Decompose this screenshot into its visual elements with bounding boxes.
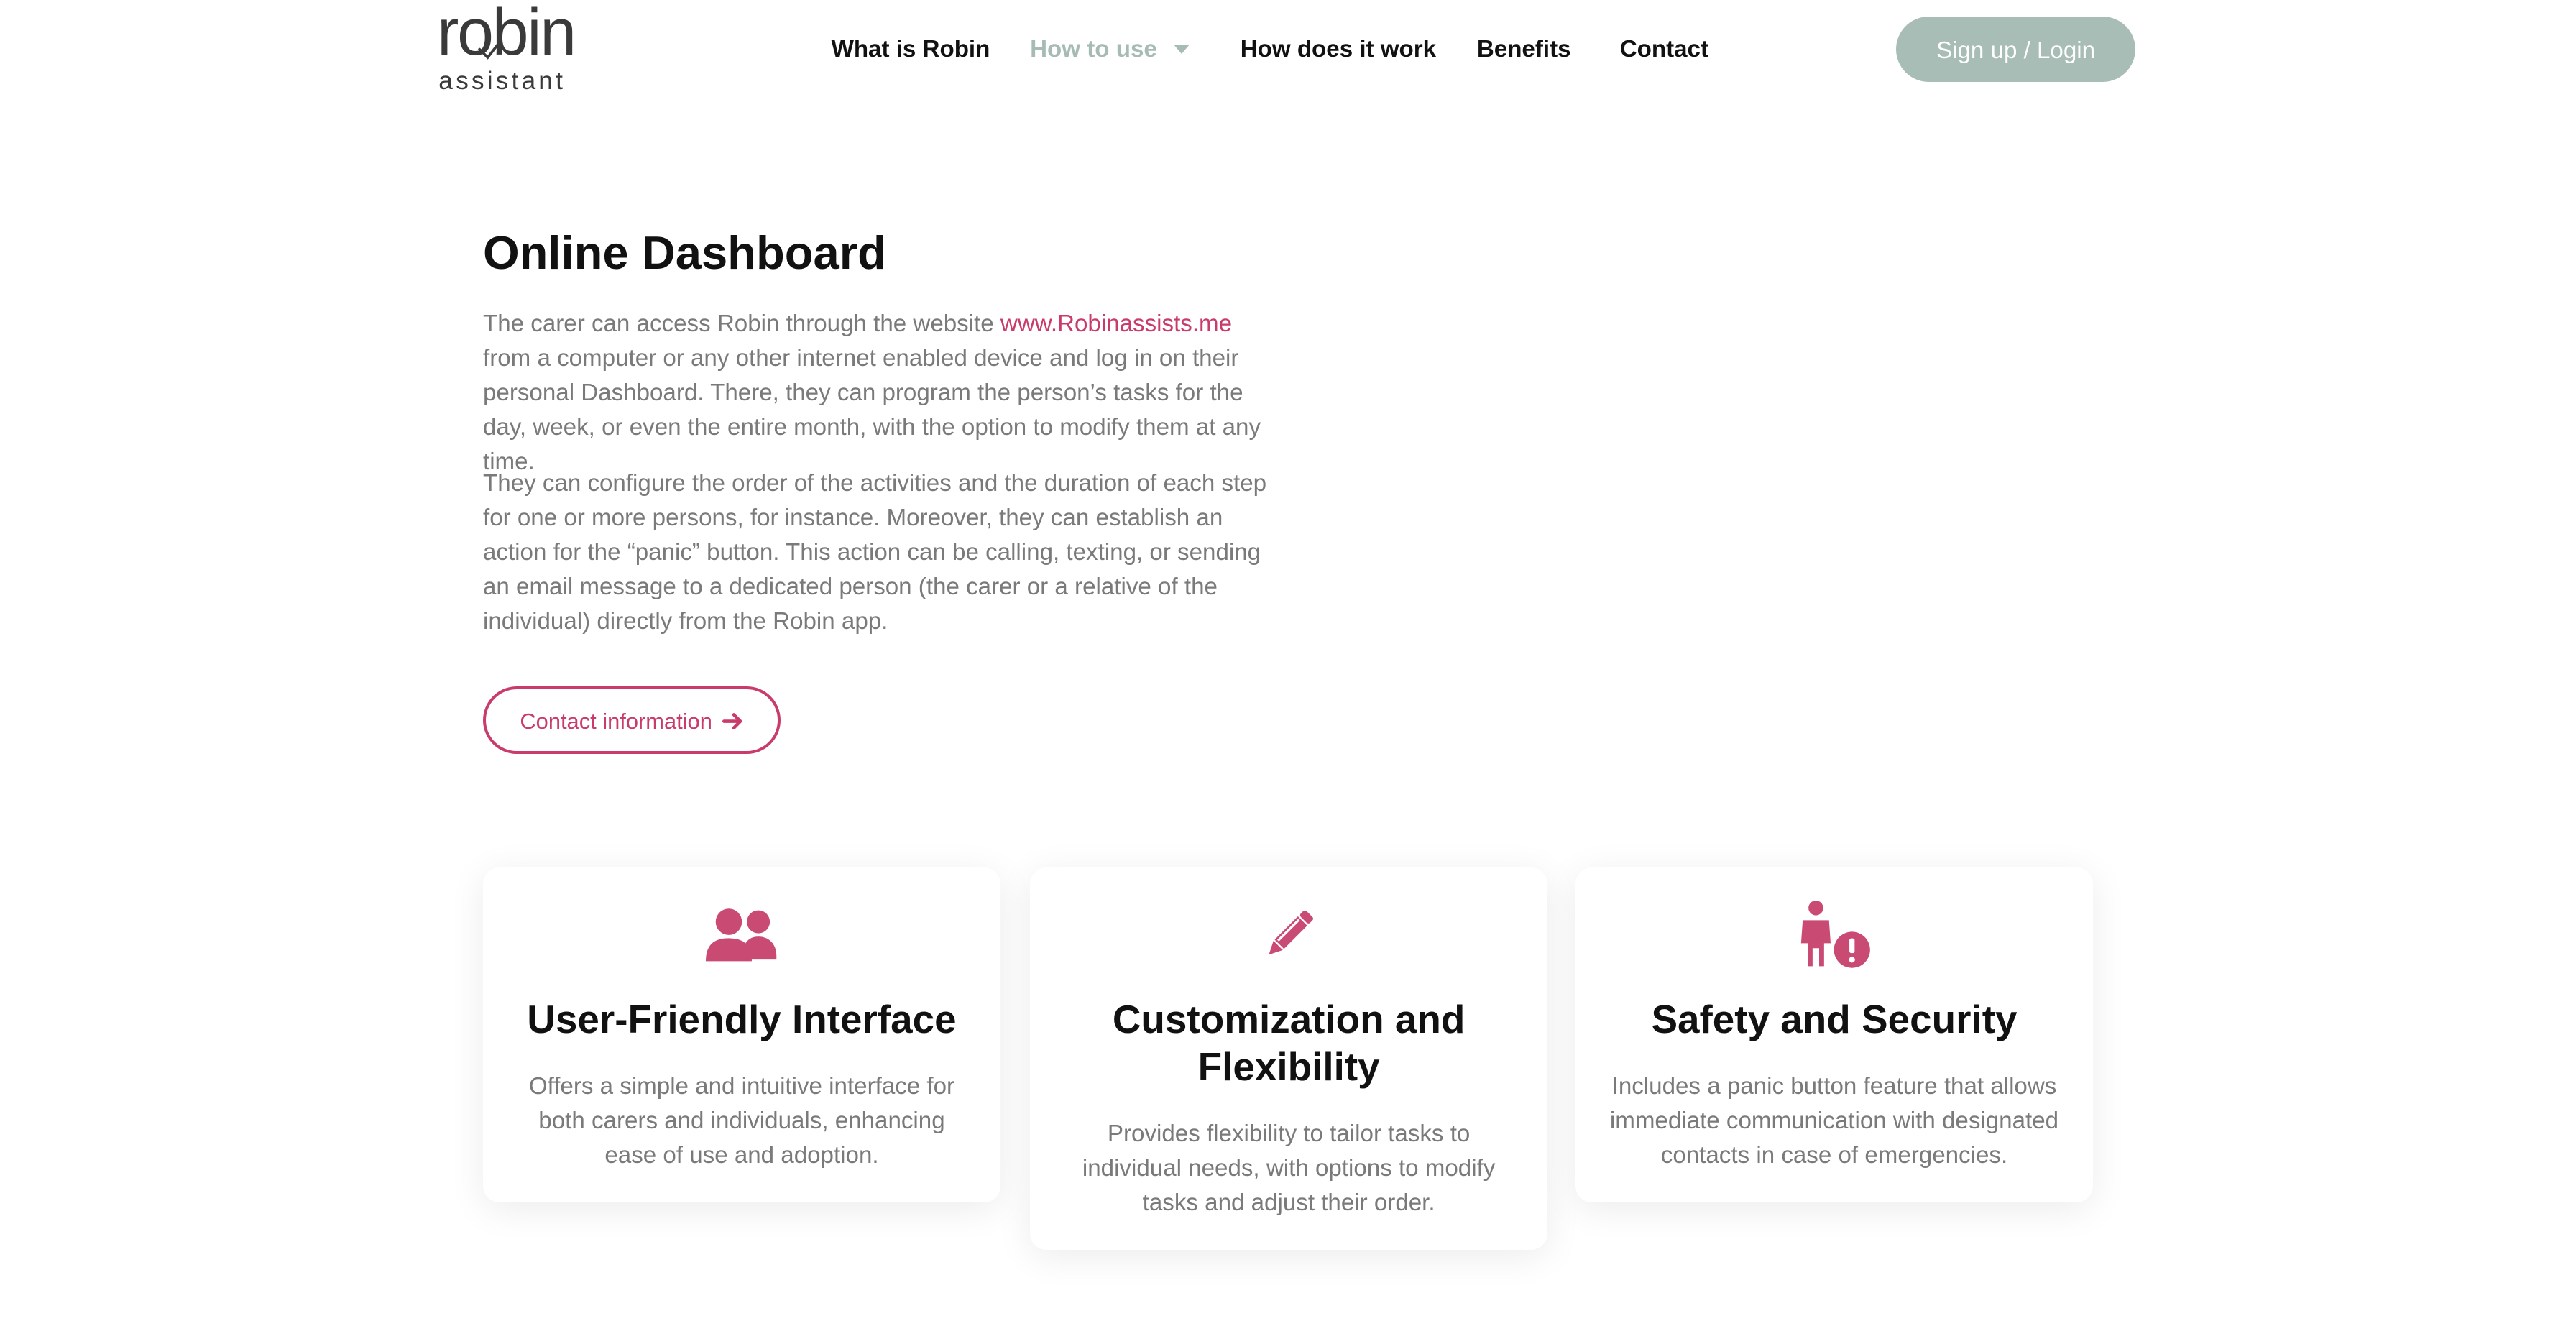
contact-button-label: Contact information [520,708,712,734]
intro-paragraph: The carer can access Robin through the w… [483,307,1269,479]
config-paragraph: They can configure the order of the acti… [482,470,1267,635]
feature-card-user-friendly: User-Friendly Interface Offers a simple … [482,867,1000,1203]
feature-title: User-Friendly Interface [527,997,957,1042]
feature-card-safety: Safety and Security Includes a panic but… [1575,867,2093,1203]
nav-how-to-use[interactable]: How to use [1030,36,1190,63]
feature-title: Safety and Security [1651,997,2018,1042]
feature-description: Offers a simple and intuitive interface … [528,1072,955,1169]
feature-description: Includes a panic button feature that all… [1609,1072,2059,1169]
person-alert-icon [1801,900,1871,968]
intro-text-after: from a computer or any other internet en… [482,345,1261,476]
site-header: robin assistant What is Robin How to use… [0,0,2576,98]
contact-information-button[interactable]: Contact information [482,686,781,755]
nav-what-is-robin[interactable]: What is Robin [832,36,990,63]
page-title: Online Dashboard [482,226,886,279]
nav-how-to-use-label: How to use [1030,36,1157,63]
feature-title: Customization and Flexibility [1112,997,1466,1090]
nav-how-does-it-work[interactable]: How does it work [1241,36,1436,63]
pencil-icon [1269,910,1314,955]
website-link[interactable]: www.Robinassists.me [1000,310,1232,337]
main-nav: What is Robin How to use How does it wor… [0,0,2576,102]
arrow-right-icon [722,712,742,729]
users-icon [705,908,776,962]
feature-card-customization: Customization and Flexibility Provides f… [1030,867,1548,1251]
signup-login-button[interactable]: Sign up / Login [1895,16,2136,83]
page: robin assistant What is Robin How to use… [0,0,2576,1321]
intro-text-before: The carer can access Robin through the w… [482,310,1000,338]
chevron-down-icon [1173,44,1190,54]
feature-description: Provides flexibility to tailor tasks to … [1082,1120,1496,1217]
nav-contact[interactable]: Contact [1620,36,1708,63]
nav-benefits[interactable]: Benefits [1477,36,1571,63]
